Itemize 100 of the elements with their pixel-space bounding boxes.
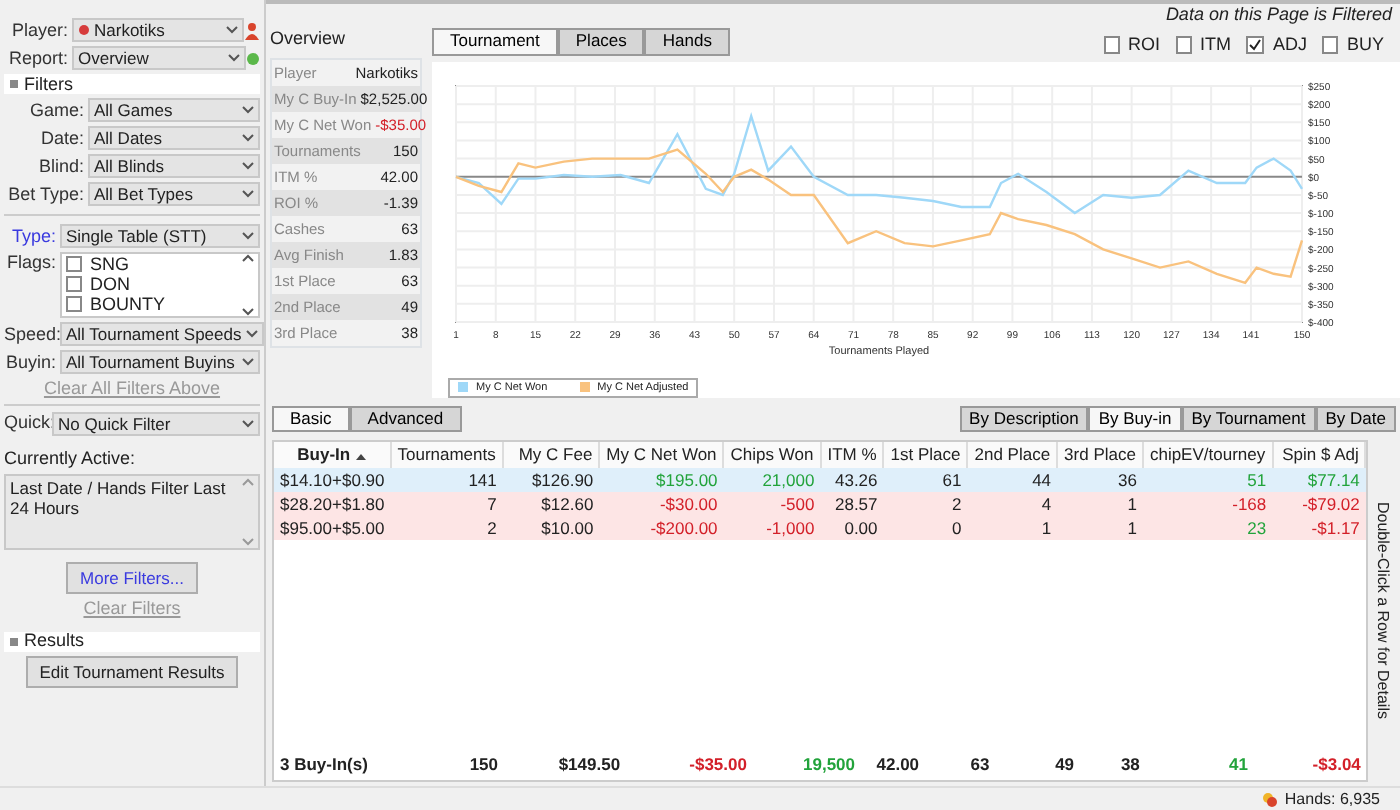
field-label: Blind:	[36, 155, 86, 177]
column-header[interactable]: Spin $ Adj	[1272, 442, 1366, 468]
select-field[interactable]: Narkotiks	[72, 18, 244, 42]
chevron-down-icon	[242, 134, 254, 142]
group-tab[interactable]: By Date	[1315, 406, 1396, 433]
view-tab[interactable]: Advanced	[349, 406, 462, 433]
table-cell: 23	[1142, 515, 1273, 541]
flags-listbox[interactable]: SNG DON BOUNTY	[60, 252, 260, 318]
select-field[interactable]: All Tournament Speeds	[60, 322, 264, 346]
table-cell: 1	[1057, 491, 1143, 516]
more-filters-button[interactable]: More Filters...	[66, 561, 198, 594]
checkbox[interactable]	[1322, 35, 1339, 54]
chevron-down-icon	[242, 106, 254, 114]
group-tab[interactable]: By Tournament	[1181, 406, 1316, 433]
column-header[interactable]: Chips Won	[723, 442, 821, 468]
table-cell: $10.00	[502, 515, 600, 541]
table-cell: 44	[967, 467, 1058, 492]
column-header[interactable]: Buy-In	[274, 442, 391, 468]
field-label: Bet Type:	[6, 183, 86, 205]
total-cell-text: -$3.04	[1310, 751, 1363, 776]
chevron-down-icon	[245, 330, 258, 338]
checkbox[interactable]	[1175, 35, 1192, 54]
checkbox-label: BUY	[1346, 33, 1384, 56]
table-cell: 141	[390, 467, 503, 492]
column-header[interactable]: 1st Place	[883, 442, 968, 468]
table-row[interactable]: $14.10+$0.90 141 $126.90 $195.00 21,000 43.26 61 44 36 51 $77.14	[274, 467, 1366, 492]
scroll-down-icon	[242, 537, 254, 546]
table-cell: $28.20+$1.80	[274, 491, 391, 516]
column-header[interactable]: My C Net Won	[599, 442, 724, 468]
field-label: Speed:	[4, 323, 60, 345]
select-field[interactable]: Single Table (STT)	[60, 224, 260, 248]
table-cell: -$200.00	[599, 515, 724, 541]
field-label: Report:	[6, 47, 70, 69]
table-cell: $95.00+$5.00	[274, 515, 391, 541]
total-cell-text: 38	[1118, 751, 1142, 776]
legend-swatch	[458, 382, 468, 393]
sort-icon	[356, 453, 367, 460]
hands-icon	[1262, 791, 1279, 807]
total-cell-text: $149.50	[556, 751, 623, 776]
checkbox-label: ROI	[1127, 33, 1160, 56]
total-cell-text: -$35.00	[687, 751, 749, 776]
table-cell: 2	[390, 515, 503, 541]
checkbox[interactable]	[66, 256, 82, 272]
table-cell: -$30.00	[599, 491, 724, 516]
table-cell: -$79.02	[1272, 491, 1366, 516]
edit-results-button[interactable]: Edit Tournament Results	[25, 655, 239, 688]
hands-count: Hands: 6,935	[1284, 789, 1380, 809]
table-cell: 21,000	[723, 467, 821, 492]
chart-tab[interactable]: Hands	[644, 28, 730, 56]
column-header[interactable]: Tournaments	[390, 442, 503, 468]
checkbox[interactable]	[66, 296, 82, 312]
select-field[interactable]: No Quick Filter	[52, 411, 260, 436]
column-header[interactable]: ITM %	[820, 442, 884, 468]
chevron-down-icon	[226, 26, 238, 34]
table-cell: $14.10+$0.90	[274, 467, 391, 492]
collapse-icon	[10, 637, 18, 646]
checkbox-label: BOUNTY	[90, 293, 166, 315]
panel-title: Overview	[270, 28, 348, 50]
select-field[interactable]: Overview	[72, 46, 246, 70]
field-label: Type:	[9, 225, 58, 247]
checkbox[interactable]	[66, 276, 82, 292]
checkbox[interactable]	[1103, 35, 1120, 54]
select-field[interactable]: All Dates	[88, 126, 260, 150]
select-field[interactable]: All Blinds	[88, 154, 260, 178]
chevron-down-icon	[242, 232, 254, 240]
select-field[interactable]: All Bet Types	[88, 182, 260, 206]
table-cell: -168	[1142, 491, 1273, 516]
field-label: Player:	[9, 19, 70, 41]
status-dot-icon	[246, 51, 260, 65]
column-header[interactable]: chipEV/tourney	[1142, 442, 1273, 468]
select-field[interactable]: All Games	[88, 98, 260, 122]
scroll-up-icon	[242, 254, 254, 262]
field-label: Buyin:	[4, 351, 58, 373]
table-cell: $77.14	[1272, 467, 1366, 492]
table-cell: 2	[883, 491, 968, 516]
chevron-down-icon	[228, 54, 240, 62]
active-filters-box[interactable]: Last Date / Hands Filter Last 24 Hours	[4, 473, 260, 550]
view-tab[interactable]: Basic	[272, 406, 350, 433]
chart-tab[interactable]: Tournament	[432, 28, 558, 56]
group-tab[interactable]: By Description	[959, 406, 1089, 433]
total-cell-text: 3 Buy-In(s)	[278, 751, 370, 776]
group-tab[interactable]: By Buy-in	[1088, 406, 1182, 433]
checkbox-label: ADJ	[1272, 33, 1307, 56]
table-cell: 61	[883, 467, 968, 492]
column-header[interactable]: 2nd Place	[967, 442, 1058, 468]
select-field[interactable]: All Tournament Buyins	[60, 350, 260, 374]
table-cell: 43.26	[820, 467, 884, 492]
table-cell: 51	[1142, 467, 1273, 492]
field-label: Quick:	[4, 412, 52, 435]
chart-tab[interactable]: Places	[557, 28, 645, 56]
collapse-icon	[10, 80, 18, 88]
table-row[interactable]: $95.00+$5.00 2 $10.00 -$200.00 -1,000 0.00 0 1 1 23 -$1.17	[274, 515, 1366, 541]
checkbox[interactable]	[1246, 35, 1265, 54]
check-icon	[1248, 37, 1263, 52]
chevron-down-icon	[242, 419, 254, 428]
column-header[interactable]: My C Fee	[502, 442, 600, 468]
table-cell: 1	[967, 515, 1058, 541]
column-header[interactable]: 3rd Place	[1057, 442, 1143, 468]
table-cell: $126.90	[502, 467, 600, 492]
table-row[interactable]: $28.20+$1.80 7 $12.60 -$30.00 -500 28.57 2 4 1 -168 -$79.02	[274, 491, 1366, 516]
